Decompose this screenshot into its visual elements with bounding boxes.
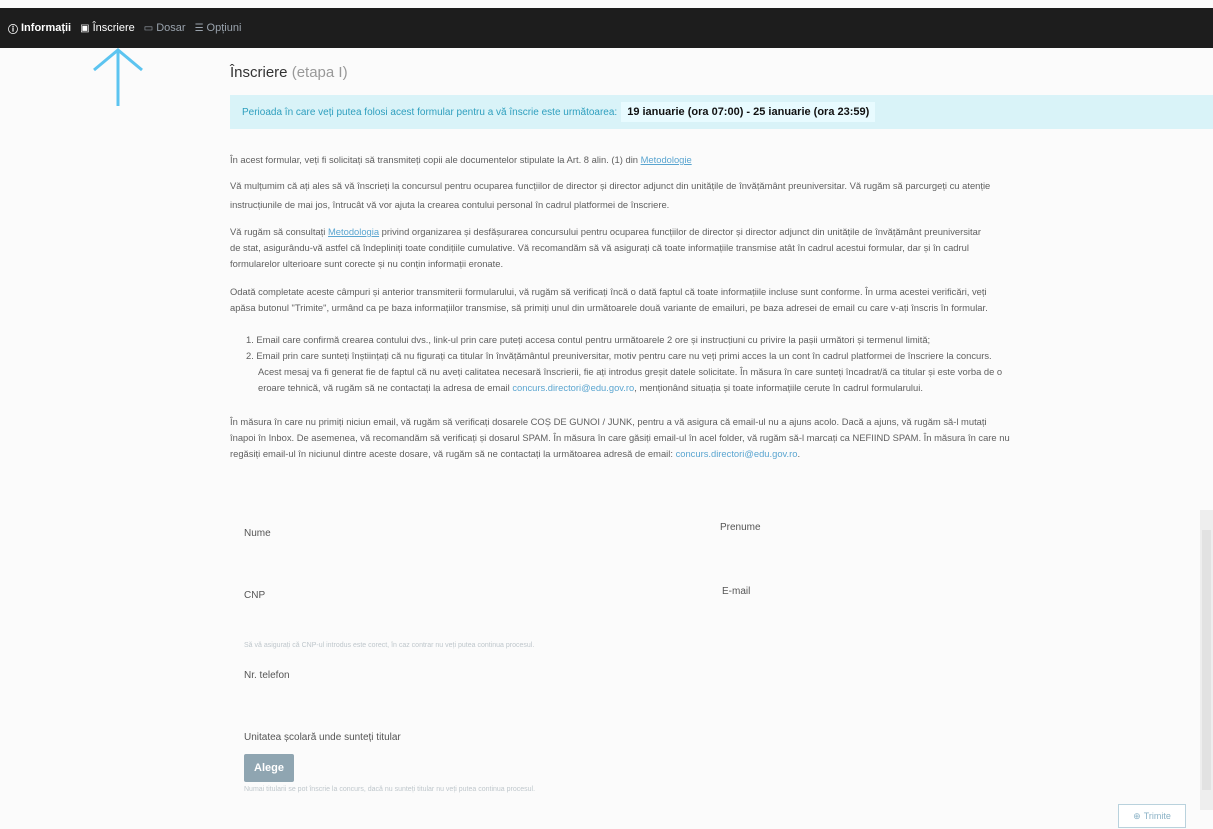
cnp-label: CNP [244,590,266,601]
cnp-help-text: Să vă asigurați că CNP-ul introdus este … [244,642,535,649]
spam-line-3: regăsiți email-ul în niciunul dintre ace… [230,446,1213,462]
prenume-label: Prenume [720,522,761,533]
consult-line-1: Vă rugăm să consultați Metodologia privi… [230,224,1213,240]
list-text-before: eroare tehnică, vă rugăm să ne contactaț… [258,382,510,393]
annotation-arrow-icon [93,48,143,106]
page-stage: (etapa I) [291,64,348,81]
page-title: Înscriere (etapa I) [230,64,1213,81]
send-icon: ⊕ [1133,810,1141,821]
trimite-label: Trimite [1143,811,1171,821]
email-label: E-mail [722,586,751,597]
thanks-line-1: Vă mulțumim că ați ales să vă înscrieți … [230,180,991,191]
list-item: 1. Email care confirmă crearea contului … [246,334,931,345]
spam-line-2: înapoi în Inbox. De asemenea, vă recoman… [230,432,1010,443]
main-content: Înscriere (etapa I) Perioada în care veț… [230,64,1213,828]
telefon-label: Nr. telefon [244,670,290,681]
consult-line-3: formularelor ulterioare sunt corecte și … [230,258,504,269]
nav-label-inscriere: Înscriere [92,22,135,34]
folder-icon: ▭ [143,22,154,34]
nav-label-informatii: Informații [21,22,72,34]
spam-line-1: În măsura în care nu primiți niciun emai… [230,416,987,427]
unitate-help-text: Numai titularii se pot înscrie la concur… [244,786,536,793]
intro-text: În acest formular, veți fi solicitați să… [230,154,638,165]
alege-button[interactable]: Alege [244,754,294,782]
unitate-label: Unitatea școlară unde sunteți titular [244,732,401,743]
form-scrollbar[interactable] [1200,510,1213,810]
nav-item-inscriere[interactable]: ▣ Înscriere [80,22,135,34]
metodologia-link[interactable]: Metodologia [328,226,379,237]
intro-paragraph: În acest formular, veți fi solicitați să… [230,152,1213,168]
list-text-after: , menționând situația și toate informați… [634,382,923,393]
page-title-text: Înscriere [230,64,288,81]
contact-email-link-2[interactable]: concurs.directori@edu.gov.ro [676,448,798,459]
list-item-continuation: Acest mesaj va fi generat fie de faptul … [258,366,1003,377]
list-item-continuation: eroare tehnică, vă rugăm să ne contactaț… [246,380,1213,396]
period-text: Perioada în care veți putea folosi acest… [242,106,618,118]
verify-line-1: Odată completate aceste câmpuri și anter… [230,286,987,297]
scrollbar-thumb[interactable] [1202,530,1211,790]
consult-line-2: de stat, asigurându-vă astfel că îndepli… [230,242,969,253]
spam-text-end: . [797,448,801,459]
nav-label-optiuni: Opțiuni [206,22,242,34]
spam-text-before: regăsiți email-ul în niciunul dintre ace… [230,448,673,459]
top-navigation-bar: ⓘ Informații ▣ Înscriere ▭ Dosar ☰ Opțiu… [0,8,1213,48]
nav-item-dosar[interactable]: ▭ Dosar [144,22,186,34]
verify-line-2: apăsa butonul "Trimite", urmând ca pe ba… [230,302,988,313]
nav-item-informatii[interactable]: ⓘ Informații [8,21,71,36]
info-circle-icon: ⓘ [8,24,18,36]
consult-text-before: Vă rugăm să consultați [230,226,326,237]
contact-email-link[interactable]: concurs.directori@edu.gov.ro [512,382,634,393]
email-options-list: 1. Email care confirmă crearea contului … [246,332,1213,396]
metodologie-link[interactable]: Metodologie [641,154,692,165]
period-dates: 19 ianuarie (ora 07:00) - 25 ianuarie (o… [621,102,876,122]
list-item: 2. Email prin care sunteți înștiințați c… [246,350,992,361]
nume-label: Nume [244,528,271,539]
thanks-line-2: instrucțiunile de mai jos, întrucât vă v… [230,199,670,210]
trimite-button[interactable]: ⊕ Trimite [1118,804,1186,828]
consult-text-after: privind organizarea și desfășurarea conc… [381,226,981,237]
document-icon: ▣ [80,22,90,34]
period-alert: Perioada în care veți putea folosi acest… [230,95,1213,129]
nav-item-optiuni[interactable]: ☰ Opțiuni [195,22,242,34]
nav-label-dosar: Dosar [156,22,186,34]
sliders-icon: ☰ [194,22,204,34]
